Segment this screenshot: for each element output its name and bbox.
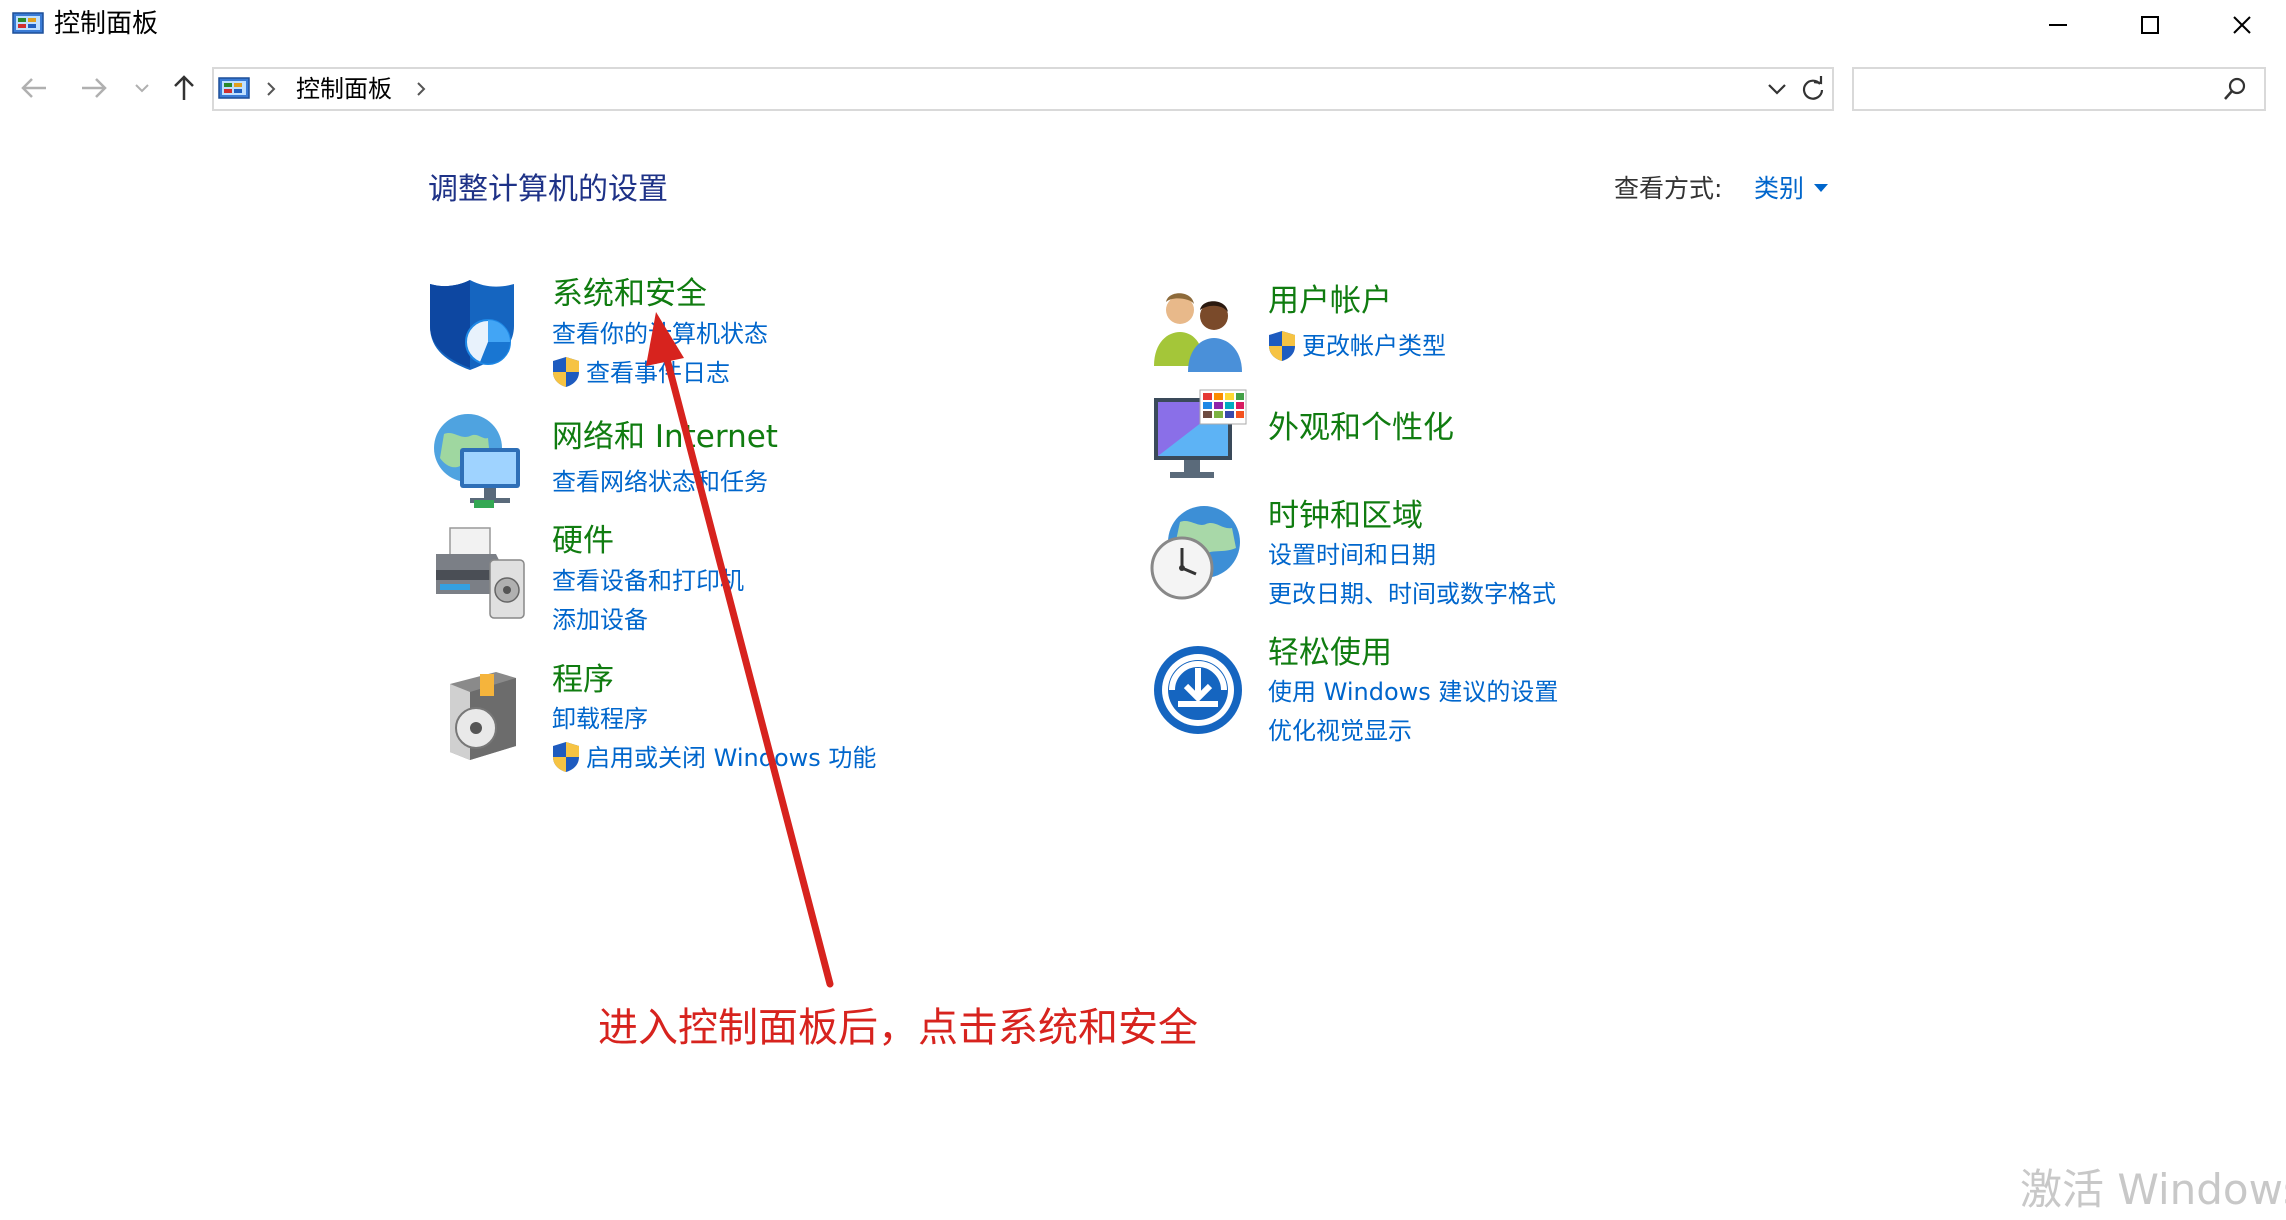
activation-watermark: 激活 Windows (2020, 1165, 2286, 1214)
annotation-text: 进入控制面板后，点击系统和安全 (598, 1005, 1198, 1051)
